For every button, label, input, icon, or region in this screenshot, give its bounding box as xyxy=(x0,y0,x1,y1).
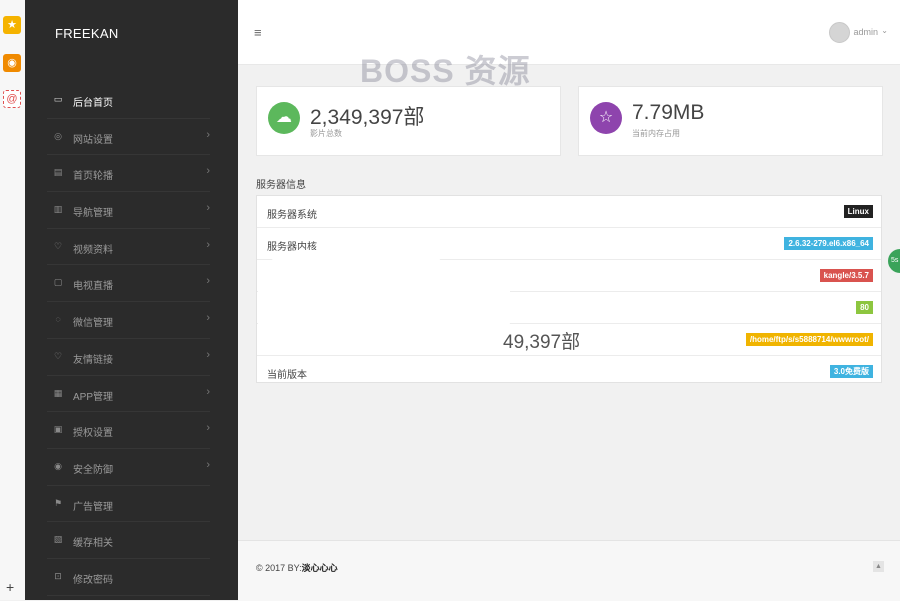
sidebar-item[interactable]: ⊡ 修改密码 xyxy=(47,559,210,596)
sidebar-item[interactable]: ◌ 微信管理 › xyxy=(47,302,210,339)
menu-toggle-icon[interactable]: ≡ xyxy=(254,25,262,40)
sidebar-item-label: 广告管理 xyxy=(73,501,113,513)
sidebar-item[interactable]: ▢ 电视直播 › xyxy=(47,265,210,303)
app-icon: ▦ xyxy=(53,387,63,398)
sidebar-item[interactable]: ▥ 导航管理 › xyxy=(47,192,210,229)
cloud-icon: ☁ xyxy=(268,102,300,134)
sidebar-item[interactable]: ▣ 授权设置 › xyxy=(47,412,210,449)
sidebar-item[interactable]: ⚑ 广告管理 xyxy=(47,486,210,523)
stat-value: 7.79MB xyxy=(632,101,705,124)
author-name: 淡心心心 xyxy=(301,563,338,573)
sidebar-item-label: 修改密码 xyxy=(73,574,113,586)
license-icon: ▣ xyxy=(53,424,63,435)
chevron-right-icon: › xyxy=(206,238,210,251)
chat-icon: ◌ xyxy=(55,314,61,325)
lock-icon: ⊡ xyxy=(54,570,62,581)
brand-logo[interactable]: FREEKAN xyxy=(55,26,119,41)
chevron-right-icon: › xyxy=(206,128,210,141)
mail-icon[interactable]: @ xyxy=(3,90,21,108)
star-icon: ☆ xyxy=(590,102,622,134)
stat-caption: 当前内存占用 xyxy=(632,129,680,138)
chevron-right-icon: › xyxy=(206,422,210,435)
redaction-overlay xyxy=(440,262,510,342)
redaction-overlay xyxy=(258,250,448,345)
chevron-right-icon: › xyxy=(206,312,210,325)
row-label: 当前版本 xyxy=(267,370,307,381)
globe-icon: ◎ xyxy=(54,130,62,141)
add-plus-icon[interactable]: + xyxy=(6,580,14,594)
heart-icon: ♡ xyxy=(53,240,63,251)
chevron-right-icon: › xyxy=(206,458,210,471)
avatar[interactable] xyxy=(829,22,850,43)
chevron-down-icon[interactable]: ⌄ xyxy=(881,26,888,35)
columns-icon: ▥ xyxy=(53,204,63,215)
chevron-right-icon: › xyxy=(206,385,210,398)
sidebar-item[interactable]: ♡ 友情链接 › xyxy=(47,339,210,376)
chevron-right-icon: › xyxy=(206,275,210,288)
value-badge: 3.0免费版 xyxy=(829,365,873,378)
username[interactable]: admin xyxy=(853,27,878,37)
floating-chat-button[interactable]: 5s xyxy=(888,249,900,273)
chevron-right-icon: › xyxy=(206,348,210,361)
sidebar-item[interactable]: ▧ 缓存相关 xyxy=(47,522,210,559)
sidebar-item[interactable]: ◉ 安全防御 › xyxy=(47,449,210,486)
section-title: 服务器信息 xyxy=(256,180,306,191)
stat-value: 2,349,397部 xyxy=(310,106,425,129)
chevron-right-icon: › xyxy=(206,202,210,215)
sidebar-item[interactable]: ♡ 视频资料 › xyxy=(47,229,210,266)
stat-caption: 影片总数 xyxy=(310,129,342,138)
sidebar-item-label: 首页轮播 xyxy=(73,171,113,183)
sidebar-item-label: 安全防御 xyxy=(73,464,113,476)
value-badge: kangle/3.5.7 xyxy=(819,269,873,282)
stat-card-movies: ☁ 2,349,397部 影片总数 xyxy=(256,86,561,156)
sidebar-item-label: 后台首页 xyxy=(73,98,113,109)
sidebar-item-label: 电视直播 xyxy=(73,281,113,293)
sidebar-item-label: APP管理 xyxy=(73,391,114,403)
sidebar-item[interactable]: ▤ 首页轮播 › xyxy=(47,155,210,193)
sidebar-item-label: 友情链接 xyxy=(73,354,113,366)
eye-icon: ◉ xyxy=(54,460,62,471)
sidebar-item-label: 缓存相关 xyxy=(73,538,113,550)
browser-side-strip: ★ ◉ @ + xyxy=(0,0,26,600)
copyright-text: © 2017 BY:淡心心心 xyxy=(256,563,338,573)
table-row: 服务器系统 Linux xyxy=(257,196,881,228)
sidebar-item-label: 网站设置 xyxy=(73,134,113,146)
value-badge: Linux xyxy=(843,205,873,218)
weibo-icon[interactable]: ◉ xyxy=(3,54,21,72)
sidebar-item[interactable]: ◎ 网站设置 › xyxy=(47,119,210,156)
heart-icon: ♡ xyxy=(53,350,63,361)
ghost-stat-text: 49,397部 xyxy=(503,332,581,353)
cache-icon: ▧ xyxy=(53,534,63,545)
sidebar-item-label: 导航管理 xyxy=(73,208,113,220)
top-header: ≡ admin ⌄ xyxy=(238,0,900,65)
back-to-top-icon[interactable]: ▲ xyxy=(873,561,884,572)
sidebar-item[interactable]: ▭ 后台首页 xyxy=(47,82,210,119)
value-badge: /home/ftp/s/s5888714/wwwroot/ xyxy=(745,333,873,346)
footer: © 2017 BY:淡心心心 ▲ xyxy=(238,540,900,601)
table-row: 当前版本 3.0免费版 xyxy=(257,356,881,387)
sidebar-menu: ▭ 后台首页 ◎ 网站设置 › ▤ 首页轮播 › ▥ 导航管理 › ♡ 视频资料 › ▢ 电视直播 › ◌ 微信管理… xyxy=(25,82,238,596)
sidebar: FREEKAN ▭ 后台首页 ◎ 网站设置 › ▤ 首页轮播 › ▥ 导航管理 › ♡ 视频资料 › ▢ 电视… xyxy=(25,0,238,600)
document-icon: ▤ xyxy=(53,167,63,178)
favorites-star-icon[interactable]: ★ xyxy=(3,16,21,34)
sidebar-item-label: 视频资料 xyxy=(73,244,113,256)
sidebar-item-label: 微信管理 xyxy=(73,318,113,330)
sidebar-item-label: 授权设置 xyxy=(73,428,113,440)
ad-icon: ⚑ xyxy=(53,497,63,508)
row-label: 服务器系统 xyxy=(267,210,317,221)
user-menu[interactable]: admin ⌄ xyxy=(818,22,888,44)
value-badge: 80 xyxy=(856,301,873,314)
sidebar-item[interactable]: ▦ APP管理 › xyxy=(47,376,210,413)
chevron-right-icon: › xyxy=(206,165,210,178)
value-badge: 2.6.32-279.el6.x86_64 xyxy=(784,237,873,250)
tv-icon: ▢ xyxy=(53,277,63,288)
stat-card-memory: ☆ 7.79MB 当前内存占用 xyxy=(578,86,883,156)
monitor-icon: ▭ xyxy=(53,94,63,104)
